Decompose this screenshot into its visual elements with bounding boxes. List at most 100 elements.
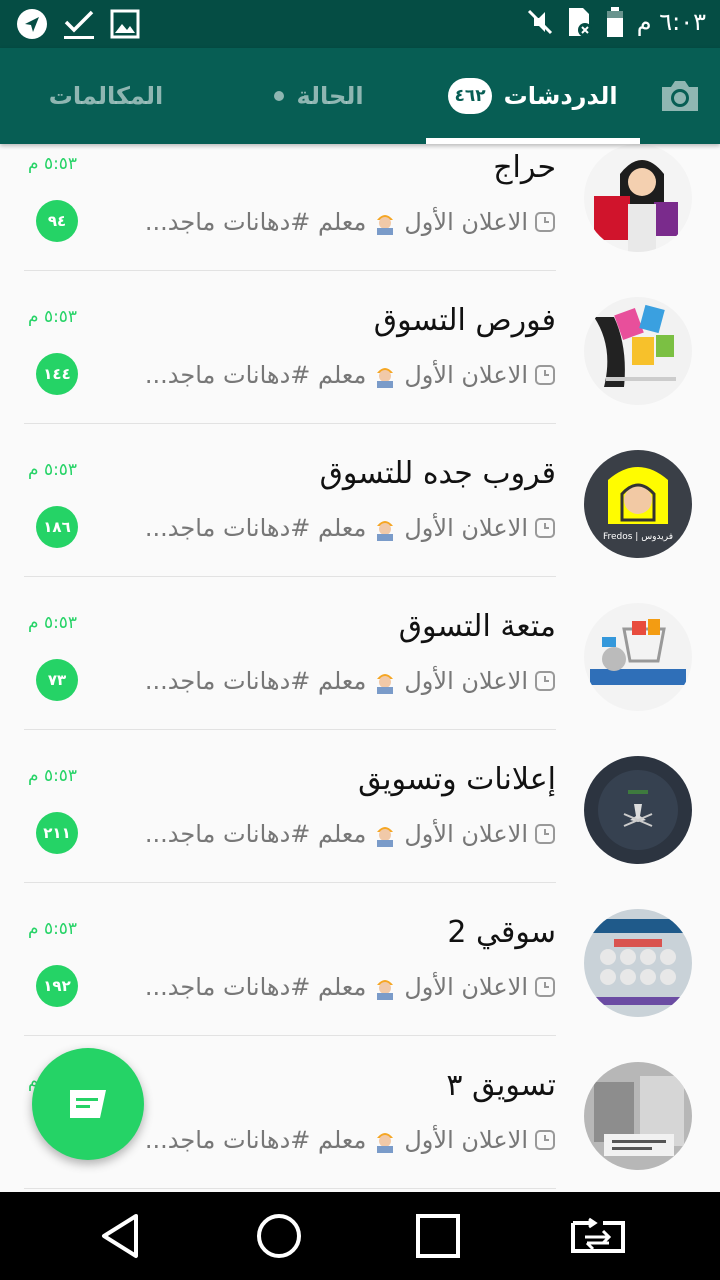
chat-time: ٥:٥٣ م — [28, 766, 78, 786]
camera-icon — [662, 81, 698, 111]
construction-worker-icon — [377, 1133, 394, 1153]
divider — [24, 1035, 556, 1036]
unread-badge: ٧٣ — [36, 659, 78, 701]
tab-calls[interactable]: المكالمات — [0, 48, 212, 144]
chat-name: متعة التسوق — [398, 609, 556, 644]
avatar[interactable] — [584, 297, 692, 405]
unread-badge: ١٨٦ — [36, 506, 78, 548]
tab-camera[interactable] — [640, 48, 720, 144]
chat-time: ٥:٥٣ م — [28, 460, 78, 480]
avatar[interactable] — [584, 756, 692, 864]
construction-worker-icon — [377, 368, 394, 388]
pending-clock-icon — [535, 212, 555, 232]
avatar[interactable] — [584, 909, 692, 1017]
preview-text-rest: معلم #دهانات ماجد... — [144, 208, 367, 236]
chat-time: ٥:٥٣ م — [28, 154, 78, 174]
recents-icon — [416, 1214, 460, 1258]
pending-clock-icon — [535, 365, 555, 385]
preview-text: الاعلان الأول — [404, 514, 528, 542]
chat-row[interactable]: إعلانات وتسويق ٥:٥٣ م الاعلان الأول معلم… — [0, 756, 720, 909]
chat-name: فورص التسوق — [373, 303, 556, 338]
tab-chats-label: الدردشات — [503, 82, 618, 110]
navigation-icon — [17, 9, 47, 39]
avatar-caption: Fredos | فريدوس — [602, 532, 674, 542]
construction-worker-icon — [377, 827, 394, 847]
unread-badge: ٩٤ — [36, 200, 78, 242]
chat-name: سوقي 2 — [447, 915, 556, 950]
nav-recents-button[interactable] — [378, 1192, 498, 1280]
chat-row[interactable]: فورص التسوق ٥:٥٣ م الاعلان الأول معلم #د… — [0, 297, 720, 450]
nav-home-button[interactable] — [219, 1192, 339, 1280]
chat-row[interactable]: سوقي 2 ٥:٥٣ م الاعلان الأول معلم #دهانات… — [0, 909, 720, 1062]
chat-row[interactable]: Fredos | فريدوس قروب جده للتسوق ٥:٥٣ م ا… — [0, 450, 720, 603]
preview-text: الاعلان الأول — [404, 667, 528, 695]
chat-time: ٥:٥٣ م — [28, 613, 78, 633]
avatar[interactable] — [584, 603, 692, 711]
construction-worker-icon — [377, 215, 394, 235]
system-nav-bar — [0, 1192, 720, 1280]
preview-text: الاعلان الأول — [404, 208, 528, 236]
pending-clock-icon — [535, 1130, 555, 1150]
tab-chats[interactable]: الدردشات ٤٦٢ — [426, 48, 640, 144]
pending-clock-icon — [535, 824, 555, 844]
tab-status-label: الحالة — [296, 82, 364, 110]
preview-text-rest: معلم #دهانات ماجد... — [144, 514, 367, 542]
chat-time: ٥:٥٣ م — [28, 307, 78, 327]
construction-worker-icon — [377, 980, 394, 1000]
unread-badge: ٢١١ — [36, 812, 78, 854]
pending-clock-icon — [535, 671, 555, 691]
preview-text-rest: معلم #دهانات ماجد... — [144, 1126, 367, 1154]
chat-name: قروب جده للتسوق — [319, 456, 556, 491]
construction-worker-icon — [377, 521, 394, 541]
chat-name: تسويق ٣ — [446, 1068, 556, 1103]
avatar[interactable] — [584, 144, 692, 252]
unread-chats-badge: ٤٦٢ — [448, 78, 492, 114]
preview-text: الاعلان الأول — [404, 820, 528, 848]
nav-back-button[interactable] — [60, 1192, 180, 1280]
preview-text-rest: معلم #دهانات ماجد... — [144, 361, 367, 389]
chat-time: ٥:٥٣ م — [28, 919, 78, 939]
chat-preview: الاعلان الأول معلم #دهانات ماجد... — [136, 508, 556, 548]
chat-list[interactable]: حراج ٥:٥٣ م الاعلان الأول معلم #دهانات م… — [0, 144, 720, 1192]
tab-status[interactable]: الحالة — [212, 48, 426, 144]
gallery-icon — [110, 9, 140, 39]
mute-icon — [527, 9, 552, 35]
check-download-icon — [64, 10, 94, 39]
sim-icon — [568, 8, 592, 37]
chat-row[interactable]: متعة التسوق ٥:٥٣ م الاعلان الأول معلم #د… — [0, 603, 720, 756]
construction-worker-icon — [377, 674, 394, 694]
app-tab-bar: الدردشات ٤٦٢ الحالة المكالمات — [0, 48, 720, 144]
status-update-dot — [274, 91, 285, 101]
chat-name: إعلانات وتسويق — [358, 762, 556, 797]
chat-name: حراج — [493, 150, 556, 185]
preview-text-rest: معلم #دهانات ماجد... — [144, 973, 367, 1001]
chat-preview: الاعلان الأول معلم #دهانات ماجد... — [136, 355, 556, 395]
unread-badge: ١٩٢ — [36, 965, 78, 1007]
chat-preview: الاعلان الأول معلم #دهانات ماجد... — [136, 814, 556, 854]
pending-clock-icon — [535, 977, 555, 997]
new-chat-button[interactable] — [32, 1048, 144, 1160]
chat-preview: الاعلان الأول معلم #دهانات ماجد... — [136, 967, 556, 1007]
battery-icon — [606, 7, 623, 37]
tab-calls-label: المكالمات — [48, 82, 164, 110]
avatar[interactable]: Fredos | فريدوس — [584, 450, 692, 558]
chat-preview: الاعلان الأول معلم #دهانات ماجد... — [136, 1120, 556, 1160]
chat-preview: الاعلان الأول معلم #دهانات ماجد... — [136, 202, 556, 242]
unread-badge: ١٤٤ — [36, 353, 78, 395]
divider — [24, 729, 556, 730]
chat-row[interactable]: حراج ٥:٥٣ م الاعلان الأول معلم #دهانات م… — [0, 144, 720, 297]
home-icon — [257, 1214, 301, 1258]
preview-text-rest: معلم #دهانات ماجد... — [144, 667, 367, 695]
divider — [24, 1188, 556, 1189]
divider — [24, 882, 556, 883]
divider — [24, 423, 556, 424]
preview-text-rest: معلم #دهانات ماجد... — [144, 820, 367, 848]
status-left-icons — [16, 8, 140, 40]
status-right-icons: ٦:٠٣ م — [525, 6, 706, 38]
active-tab-indicator — [426, 138, 640, 144]
nav-rotate-button[interactable] — [538, 1192, 658, 1280]
avatar[interactable] — [584, 1062, 692, 1170]
new-chat-icon — [70, 1090, 106, 1118]
divider — [24, 270, 556, 271]
divider — [24, 576, 556, 577]
